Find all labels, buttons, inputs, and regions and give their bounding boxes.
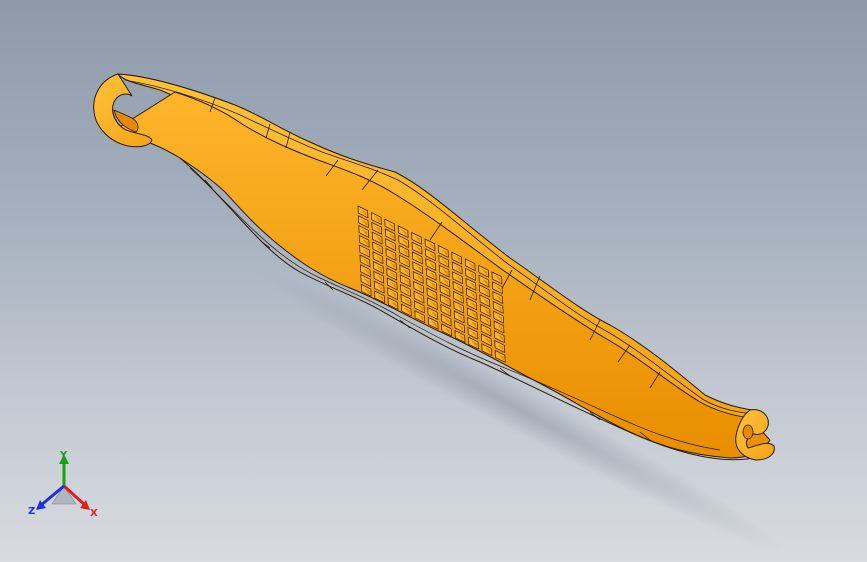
part-model[interactable] [0,0,867,562]
graphics-viewport[interactable]: Y X Z [0,0,867,562]
x-axis-label: X [90,508,98,519]
body-top-face[interactable] [117,91,771,459]
y-axis-label: Y [59,450,68,461]
view-orientation-triad[interactable]: Y X Z [22,448,106,524]
right-hook-notch [742,424,754,440]
z-axis-label: Z [28,506,35,517]
